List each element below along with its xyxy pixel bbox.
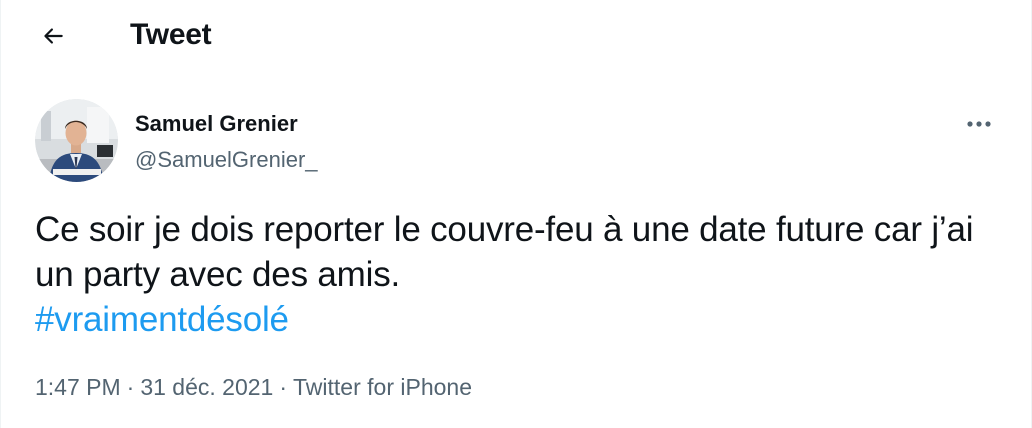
tweet-page: Tweet Samuel Grenier @SamuelGrenier_ Ce … [0,0,1032,428]
more-options-button[interactable] [957,104,1001,144]
back-button[interactable] [31,14,75,58]
profile-photo [35,99,118,182]
author-display-name[interactable]: Samuel Grenier [135,111,298,137]
tweet-date[interactable]: 31 déc. 2021 [140,374,273,400]
page-header: Tweet [1,0,1031,76]
tweet-text: Ce soir je dois reporter le couvre-feu à… [35,210,974,294]
page-title: Tweet [130,18,212,51]
author-handle[interactable]: @SamuelGrenier_ [135,147,318,173]
tweet-source[interactable]: Twitter for iPhone [293,374,472,400]
tweet-body: Ce soir je dois reporter le couvre-feu à… [35,207,995,342]
more-horizontal-icon [967,121,991,127]
separator-dot: · [279,374,288,400]
tweet-metadata: 1:47 PM · 31 déc. 2021 · Twitter for iPhone [35,374,472,401]
tweet-time[interactable]: 1:47 PM [35,374,121,400]
arrow-left-icon [44,28,63,44]
separator-dot: · [126,374,135,400]
avatar[interactable] [35,99,118,182]
hashtag-link[interactable]: #vraimentdésolé [35,300,289,339]
